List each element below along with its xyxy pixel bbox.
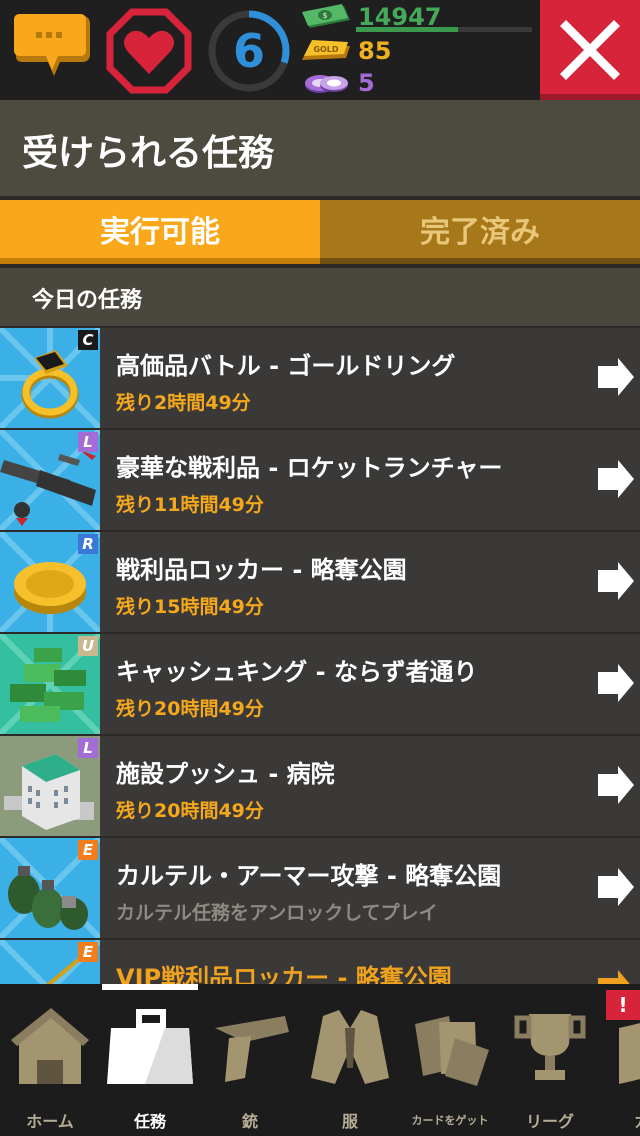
mission-row[interactable]: U キャッシュキング - ならず者通り 残り20時間49分: [0, 634, 640, 734]
level-number: 6: [232, 24, 265, 78]
pistol-icon: [215, 1016, 289, 1082]
gold-counter[interactable]: GOLD 85: [300, 36, 391, 66]
chat-bubble-icon: [14, 14, 90, 76]
mission-row[interactable]: C 高価品バトル - ゴールドリング 残り2時間49分: [0, 328, 640, 428]
svg-text:$: $: [322, 11, 327, 20]
arrow-right-icon[interactable]: [596, 970, 634, 984]
briefcase-icon: [107, 1009, 193, 1084]
cash-progress-bar: [356, 27, 532, 32]
page-title: 受けられる任務: [22, 133, 275, 174]
mission-time-left: 残り15時間49分: [116, 596, 264, 618]
nav-label: カル: [600, 1108, 640, 1132]
cash-progress-fill: [356, 27, 459, 32]
mission-time-left: 残り2時間49分: [116, 392, 251, 414]
arrow-right-icon[interactable]: [596, 460, 634, 498]
close-button[interactable]: [540, 0, 640, 100]
mission-row[interactable]: E カルテル・アーマー攻撃 - 略奪公園 カルテル任務をアンロックしてプレイ: [0, 838, 640, 938]
nav-missions[interactable]: 任務: [100, 984, 200, 1136]
mission-row[interactable]: R 戦利品ロッカー - 略奪公園 残り15時間49分: [0, 532, 640, 632]
arrow-right-icon[interactable]: [596, 562, 634, 600]
section-title: 今日の任務: [32, 288, 143, 313]
arrow-right-icon[interactable]: [596, 358, 634, 396]
arrow-right-icon[interactable]: [596, 868, 634, 906]
mission-thumbnail: E: [0, 838, 100, 938]
mission-row[interactable]: L 豪華な戦利品 - ロケットランチャー 残り11時間49分: [0, 430, 640, 530]
tab-bar: 実行可能 完了済み: [0, 196, 640, 268]
nav-get-cards[interactable]: カードをゲット: [400, 984, 500, 1136]
mission-name: 高価品バトル - ゴールドリング: [116, 352, 456, 380]
bottom-nav: ホーム 任務 銃 服 カードをゲット リーグ: [0, 984, 640, 1136]
mission-thumbnail: L: [0, 736, 100, 836]
nav-clothes[interactable]: 服: [300, 984, 400, 1136]
arrow-right-icon[interactable]: [596, 766, 634, 804]
nav-label: リーグ: [525, 1112, 574, 1131]
alert-badge: !: [606, 990, 640, 1020]
mission-name: キャッシュキング - ならず者通り: [116, 658, 478, 686]
trophy-icon: [514, 1014, 586, 1080]
rarity-badge: R: [78, 534, 98, 554]
rarity-badge: L: [78, 432, 98, 452]
rarity-badge: E: [78, 942, 98, 962]
arrow-right-icon[interactable]: [596, 664, 634, 702]
close-icon: [560, 20, 620, 80]
level-indicator[interactable]: 6: [206, 8, 292, 94]
mission-name: カルテル・アーマー攻撃 - 略奪公園: [116, 862, 502, 890]
mission-thumbnail: R: [0, 532, 100, 632]
svg-text:GOLD: GOLD: [313, 45, 338, 54]
top-hud: 6 $ 14947 GOLD 85 5: [0, 0, 640, 100]
mission-thumbnail: E: [0, 940, 100, 984]
mission-thumbnail: L: [0, 430, 100, 530]
mission-time-left: 残り11時間49分: [116, 494, 264, 516]
section-header: 今日の任務: [0, 268, 640, 326]
nav-league[interactable]: リーグ: [500, 984, 600, 1136]
gold-value: 85: [358, 37, 392, 65]
mission-thumbnail: U: [0, 634, 100, 734]
house-icon: [11, 1008, 89, 1084]
tab-completed[interactable]: 完了済み: [320, 200, 640, 264]
mission-time-left: 残り20時間49分: [116, 698, 264, 720]
mission-lock-note: カルテル任務をアンロックしてプレイ: [116, 902, 438, 924]
rarity-badge: U: [78, 636, 98, 656]
mission-name: VIP戦利品ロッカー - 略奪公園: [116, 964, 452, 984]
mission-name: 施設プッシュ - 病院: [116, 760, 335, 788]
tab-available[interactable]: 実行可能: [0, 200, 320, 264]
nav-label: 銃: [241, 1112, 258, 1131]
nav-guns[interactable]: 銃: [200, 984, 300, 1136]
rarity-badge: L: [78, 738, 98, 758]
title-bar: 受けられる任務: [0, 100, 640, 196]
suit-jacket-icon: [311, 1010, 389, 1084]
heart-icon: [106, 8, 192, 94]
rarity-badge: E: [78, 840, 98, 860]
chips-value: 5: [358, 69, 375, 97]
nav-label: 任務: [133, 1112, 166, 1131]
chips-counter[interactable]: 5: [300, 68, 375, 98]
mission-row[interactable]: E VIP戦利品ロッカー - 略奪公園: [0, 940, 640, 984]
gold-bar-icon: GOLD: [302, 40, 350, 60]
nav-label: カードをゲット: [411, 1114, 489, 1127]
cash-icon: $: [302, 4, 350, 28]
mission-name: 豪華な戦利品 - ロケットランチャー: [116, 454, 503, 482]
mission-name: 戦利品ロッカー - 略奪公園: [116, 556, 407, 584]
mission-thumbnail: C: [0, 328, 100, 428]
mission-list[interactable]: C 高価品バトル - ゴールドリング 残り2時間49分 L 豪華な戦利品 - ロ…: [0, 328, 640, 984]
nav-label: 服: [341, 1112, 358, 1131]
mission-row[interactable]: L 施設プッシュ - 病院 残り20時間49分: [0, 736, 640, 836]
rarity-badge: C: [78, 330, 98, 350]
health-button[interactable]: [106, 8, 192, 94]
nav-label: ホーム: [26, 1112, 74, 1131]
cards-icon: [415, 1016, 489, 1086]
mission-time-left: 残り20時間49分: [116, 800, 264, 822]
poker-chips-icon: [305, 75, 348, 93]
nav-home[interactable]: ホーム: [0, 984, 100, 1136]
chat-button[interactable]: [10, 14, 92, 80]
